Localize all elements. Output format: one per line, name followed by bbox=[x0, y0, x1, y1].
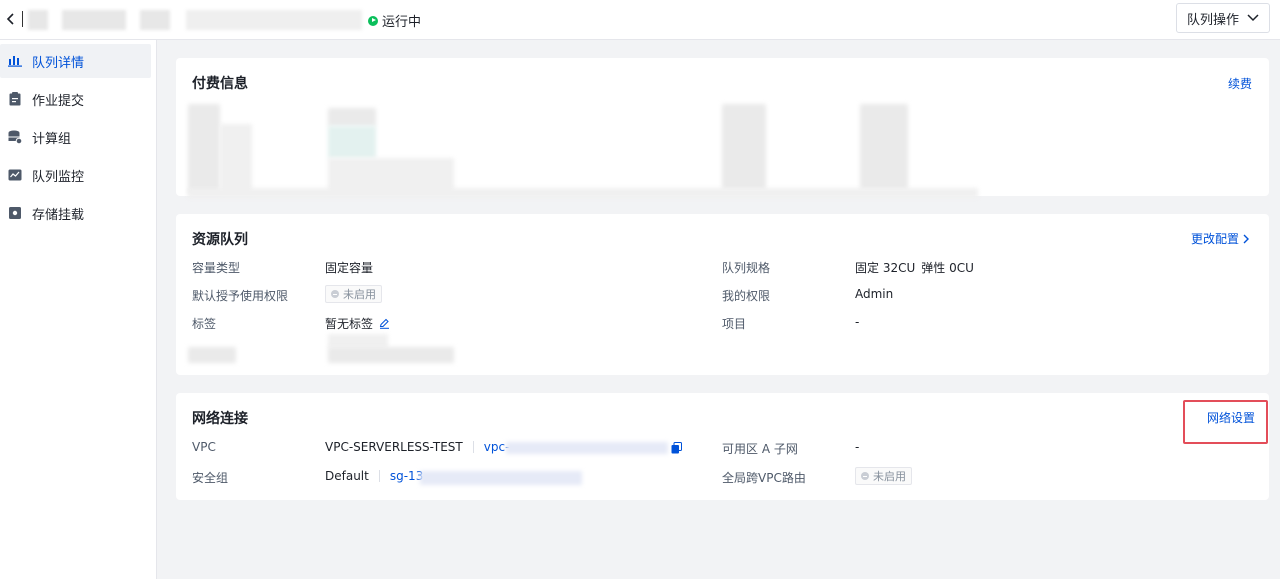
billing-redacted-value bbox=[328, 108, 376, 126]
tags-label: 标签 bbox=[192, 317, 217, 331]
security-group-separator bbox=[378, 470, 380, 482]
queue-spec-label: 队列规格 bbox=[722, 261, 771, 275]
resource-redacted-value bbox=[328, 334, 388, 348]
security-group-id-redacted bbox=[420, 471, 582, 485]
security-group-value: Default sg-13 bbox=[325, 469, 423, 483]
clipboard-icon bbox=[8, 92, 22, 106]
chevron-right-icon bbox=[1243, 234, 1249, 243]
project-label: 项目 bbox=[722, 317, 747, 331]
disabled-dot-icon bbox=[861, 472, 869, 480]
queue-name-redacted bbox=[62, 10, 126, 30]
vpc-value: VPC-SERVERLESS-TEST vpc- bbox=[325, 440, 509, 454]
default-auth-label: 默认授予使用权限 bbox=[192, 289, 289, 303]
play-status-icon bbox=[368, 15, 378, 26]
copy-icon[interactable] bbox=[671, 442, 682, 454]
back-arrow-icon[interactable] bbox=[4, 10, 18, 28]
disabled-tag: 未启用 bbox=[325, 285, 382, 303]
change-config-link[interactable]: 更改配置 bbox=[1191, 230, 1250, 247]
queue-spec-value: 固定 32CU 弹性 0CU bbox=[855, 259, 974, 276]
capacity-type-value: 固定容量 bbox=[325, 261, 374, 275]
zone-subnet-value: - bbox=[855, 440, 860, 454]
disabled-tag-label: 未启用 bbox=[873, 470, 906, 483]
running-status: 运行中 bbox=[368, 11, 421, 30]
network-card: 网络连接 VPC VPC-SERVERLESS-TEST vpc- 安全组 De… bbox=[176, 393, 1269, 500]
sidebar-item-label: 队列详情 bbox=[32, 55, 85, 71]
status-label: 运行中 bbox=[382, 15, 422, 30]
queue-spec-fixed: 固定 32CU bbox=[855, 261, 916, 275]
database-icon bbox=[8, 130, 22, 144]
queue-name-redacted bbox=[140, 10, 170, 30]
queue-operations-label: 队列操作 bbox=[1186, 12, 1239, 28]
resource-queue-card: 资源队列 更改配置 容量类型 固定容量 默认授予使用权限 未启用 标签 暂无标签… bbox=[176, 214, 1269, 375]
sidebar-item-queue-details[interactable]: 队列详情 bbox=[0, 44, 151, 78]
vpc-name: VPC-SERVERLESS-TEST bbox=[325, 440, 463, 454]
sidebar-item-label: 作业提交 bbox=[32, 93, 85, 109]
sidebar-item-job-submit[interactable]: 作业提交 bbox=[0, 82, 151, 116]
billing-title: 付费信息 bbox=[192, 76, 248, 92]
zone-subnet-label: 可用区 A 子网 bbox=[722, 442, 798, 456]
billing-redacted-bottom bbox=[188, 188, 978, 198]
queue-spec-elastic: 弹性 0CU bbox=[921, 261, 974, 275]
storage-icon bbox=[8, 206, 22, 220]
queue-operations-dropdown[interactable]: 队列操作 bbox=[1175, 3, 1270, 33]
top-bar: 运行中 队列操作 bbox=[0, 0, 1280, 40]
cross-vpc-route-label: 全局跨VPC路由 bbox=[722, 471, 806, 485]
resource-redacted-value bbox=[328, 347, 454, 363]
billing-card: 付费信息 续费 bbox=[176, 58, 1269, 198]
my-permission-value: Admin bbox=[855, 287, 894, 301]
sidebar: 队列详情 作业提交 计算组 队列监控 存储挂载 bbox=[0, 40, 157, 579]
highlight-box bbox=[1183, 400, 1268, 444]
security-group-id-link[interactable]: sg-13 bbox=[390, 469, 423, 483]
disabled-tag-label: 未启用 bbox=[343, 288, 376, 301]
vpc-id-redacted bbox=[506, 442, 668, 454]
my-permission-label: 我的权限 bbox=[722, 289, 771, 303]
vpc-label: VPC bbox=[192, 440, 216, 454]
security-group-label: 安全组 bbox=[192, 471, 229, 485]
disabled-tag: 未启用 bbox=[855, 467, 912, 485]
edit-pencil-icon[interactable] bbox=[379, 318, 390, 329]
sidebar-item-queue-monitor[interactable]: 队列监控 bbox=[0, 158, 151, 192]
queue-name-redacted bbox=[186, 10, 362, 30]
default-auth-value: 未启用 bbox=[325, 285, 382, 303]
billing-redacted-value bbox=[860, 104, 908, 190]
sidebar-item-storage-mount[interactable]: 存储挂载 bbox=[0, 196, 151, 230]
change-config-label: 更改配置 bbox=[1190, 232, 1239, 246]
queue-name-redacted bbox=[28, 10, 48, 30]
security-group-name: Default bbox=[325, 469, 369, 483]
chevron-down-icon bbox=[1247, 14, 1259, 22]
renew-link[interactable]: 续费 bbox=[1228, 75, 1252, 92]
vpc-separator bbox=[472, 441, 474, 453]
resource-redacted-label bbox=[188, 347, 236, 363]
title-cursor bbox=[22, 11, 23, 27]
capacity-type-label: 容量类型 bbox=[192, 261, 241, 275]
billing-redacted-label bbox=[188, 104, 220, 194]
billing-redacted-value bbox=[328, 126, 376, 158]
monitor-chart-icon bbox=[8, 168, 22, 182]
billing-redacted-label bbox=[722, 104, 766, 190]
sidebar-item-compute-group[interactable]: 计算组 bbox=[0, 120, 151, 154]
disabled-dot-icon bbox=[331, 290, 339, 298]
sidebar-item-label: 存储挂载 bbox=[32, 207, 85, 223]
cross-vpc-route-value: 未启用 bbox=[855, 467, 912, 485]
billing-redacted-label bbox=[220, 124, 252, 194]
network-title: 网络连接 bbox=[192, 411, 248, 427]
tags-value: 暂无标签 bbox=[325, 315, 390, 332]
sidebar-item-label: 计算组 bbox=[32, 131, 72, 147]
sidebar-item-label: 队列监控 bbox=[32, 169, 85, 185]
bar-chart-icon bbox=[8, 54, 22, 68]
tags-value-text: 暂无标签 bbox=[325, 317, 374, 331]
resource-title: 资源队列 bbox=[192, 232, 248, 248]
project-value: - bbox=[855, 315, 860, 329]
